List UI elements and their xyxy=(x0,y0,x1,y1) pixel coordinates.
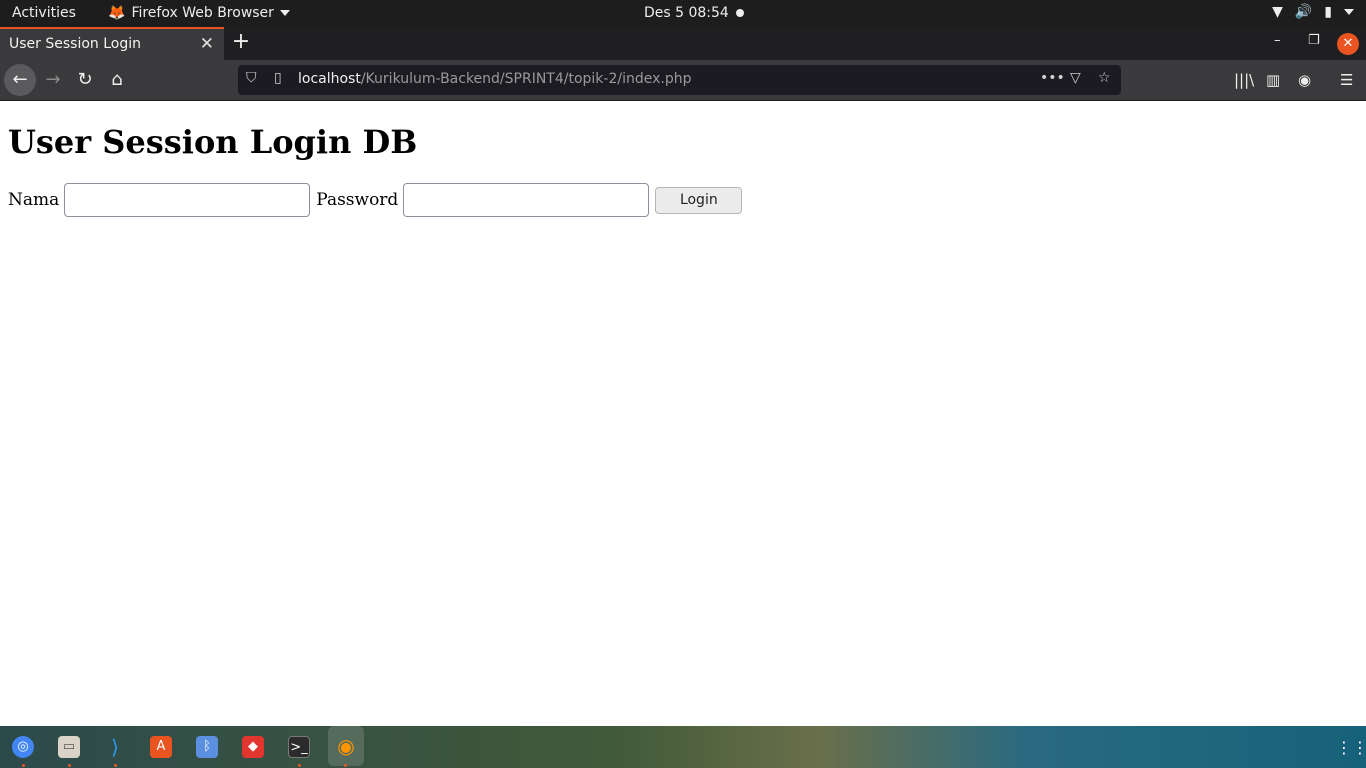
login-form: Nama Password Login xyxy=(8,183,743,217)
page-info-icon[interactable]: ▯ xyxy=(274,70,282,86)
password-input[interactable] xyxy=(403,183,650,217)
sidebar-icon[interactable]: ▥ xyxy=(1266,71,1280,89)
shield-icon[interactable]: ⛉ xyxy=(246,70,257,86)
dock: ◎ ▭ ⟩ A ᛒ ◆ >_ ◉ ⋮⋮⋮ xyxy=(0,726,1366,768)
tab-user-session-login[interactable]: User Session Login ✕ xyxy=(0,27,224,60)
firefox-icon[interactable]: ◉ xyxy=(328,726,364,766)
reload-button[interactable]: ↻ xyxy=(69,64,101,96)
terminal-icon[interactable]: >_ xyxy=(288,736,310,758)
system-top-bar: Activities 🦊 Firefox Web Browser Des 5 0… xyxy=(0,0,1366,27)
library-icon[interactable]: |||\ xyxy=(1234,71,1254,89)
back-button[interactable]: ← xyxy=(4,64,36,96)
nama-label: Nama xyxy=(8,190,60,210)
running-indicator xyxy=(344,764,347,767)
minimize-icon[interactable]: – xyxy=(1274,33,1281,48)
account-icon[interactable]: ◉ xyxy=(1298,71,1311,89)
tab-strip: User Session Login ✕ + – ❐ ✕ xyxy=(0,27,1366,60)
running-indicator xyxy=(298,764,301,767)
clock[interactable]: Des 5 08:54 xyxy=(644,5,729,21)
system-tray[interactable]: ▼ 🔊 ▮ xyxy=(1272,4,1354,20)
anydesk-icon[interactable]: ◆ xyxy=(242,736,264,758)
navigation-toolbar: ← → ↻ ⌂ ⛉ ▯ localhost/Kurikulum-Backend/… xyxy=(0,60,1366,101)
close-tab-icon[interactable]: ✕ xyxy=(200,34,214,54)
running-indicator xyxy=(22,764,25,767)
page-title: User Session Login DB xyxy=(8,123,418,161)
new-tab-button[interactable]: + xyxy=(230,30,252,54)
running-indicator xyxy=(68,764,71,767)
chevron-down-icon xyxy=(1344,9,1354,15)
password-label: Password xyxy=(316,190,399,210)
window-close-button[interactable]: ✕ xyxy=(1337,33,1359,55)
nama-input[interactable] xyxy=(64,183,311,217)
volume-icon: 🔊 xyxy=(1294,4,1313,20)
app-menu-label: Firefox Web Browser xyxy=(131,5,274,21)
restore-icon[interactable]: ❐ xyxy=(1308,33,1320,48)
software-center-icon[interactable]: A xyxy=(150,736,172,758)
tab-title: User Session Login xyxy=(9,36,141,52)
hamburger-menu-icon[interactable]: ☰ xyxy=(1340,71,1353,89)
battery-icon: ▮ xyxy=(1324,4,1332,20)
home-button[interactable]: ⌂ xyxy=(101,64,133,96)
chrome-icon[interactable]: ◎ xyxy=(12,736,34,758)
url-text[interactable]: localhost/Kurikulum-Backend/SPRINT4/topi… xyxy=(298,71,692,87)
login-button[interactable]: Login xyxy=(655,186,743,214)
web-page: User Session Login DB Nama Password Logi… xyxy=(0,102,1366,726)
forward-button[interactable]: → xyxy=(37,64,69,96)
pocket-icon[interactable]: ▽ xyxy=(1070,70,1081,86)
bluetooth-icon[interactable]: ᛒ xyxy=(196,736,218,758)
app-menu[interactable]: 🦊 Firefox Web Browser xyxy=(108,5,290,21)
chevron-down-icon xyxy=(279,10,290,16)
url-host: localhost xyxy=(298,71,361,87)
url-bar[interactable]: ⛉ ▯ localhost/Kurikulum-Backend/SPRINT4/… xyxy=(238,65,1121,95)
activities-button[interactable]: Activities xyxy=(12,5,76,21)
notification-dot-icon xyxy=(736,9,744,17)
vscode-icon[interactable]: ⟩ xyxy=(104,736,126,758)
show-applications-icon[interactable]: ⋮⋮⋮ xyxy=(1336,738,1366,757)
bookmark-star-icon[interactable]: ☆ xyxy=(1098,70,1111,86)
more-actions-icon[interactable]: ••• xyxy=(1040,70,1065,86)
url-path: /Kurikulum-Backend/SPRINT4/topik-2/index… xyxy=(360,71,692,87)
running-indicator xyxy=(114,764,117,767)
wifi-icon: ▼ xyxy=(1272,4,1283,20)
files-icon[interactable]: ▭ xyxy=(58,736,80,758)
firefox-icon: 🦊 xyxy=(108,5,126,21)
